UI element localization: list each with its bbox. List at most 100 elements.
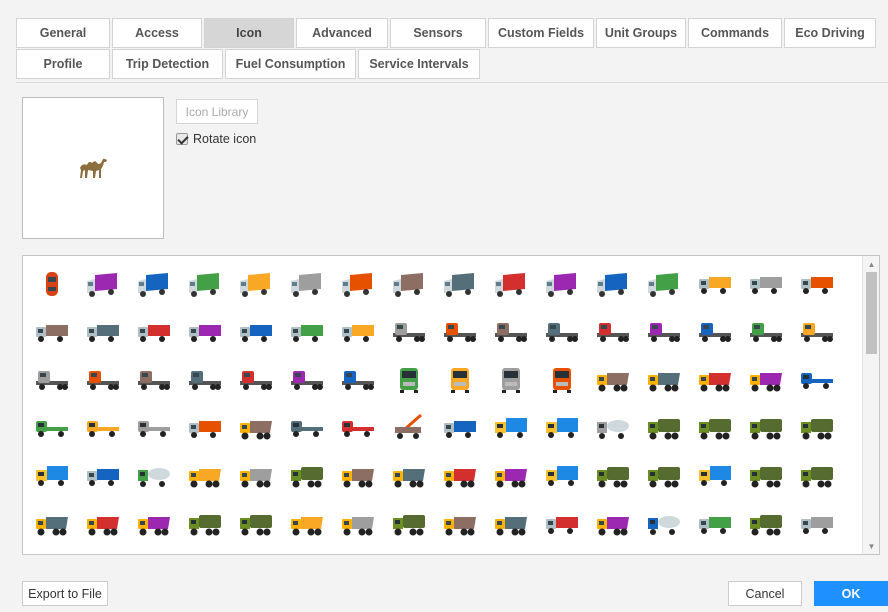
icon-cell[interactable] <box>695 456 735 496</box>
icon-cell[interactable] <box>338 264 378 304</box>
icon-cell[interactable] <box>287 360 327 400</box>
ok-button[interactable]: OK <box>814 581 888 606</box>
icon-cell[interactable] <box>185 264 225 304</box>
icon-cell[interactable] <box>542 504 582 544</box>
icon-cell[interactable] <box>185 456 225 496</box>
rotate-icon-option[interactable]: Rotate icon <box>176 132 256 146</box>
icon-cell[interactable] <box>287 312 327 352</box>
icon-cell[interactable] <box>236 408 276 448</box>
icon-cell[interactable] <box>32 456 72 496</box>
icon-cell[interactable] <box>287 264 327 304</box>
icon-cell[interactable] <box>134 408 174 448</box>
tab-eco-driving[interactable]: Eco Driving <box>784 18 876 48</box>
icon-cell[interactable] <box>593 456 633 496</box>
icon-cell[interactable] <box>32 504 72 544</box>
icon-cell[interactable] <box>440 456 480 496</box>
export-to-file-button[interactable]: Export to File <box>22 581 108 606</box>
icon-cell[interactable] <box>695 408 735 448</box>
icon-cell[interactable] <box>83 264 123 304</box>
icon-cell[interactable] <box>695 312 735 352</box>
icon-library-button[interactable]: Icon Library <box>176 99 258 124</box>
icon-cell[interactable] <box>236 456 276 496</box>
icon-cell[interactable] <box>797 264 837 304</box>
icon-cell[interactable] <box>83 312 123 352</box>
tab-icon[interactable]: Icon <box>204 18 294 48</box>
icon-cell[interactable] <box>83 456 123 496</box>
tab-unit-groups[interactable]: Unit Groups <box>596 18 686 48</box>
icon-cell[interactable] <box>695 504 735 544</box>
icon-cell[interactable] <box>287 408 327 448</box>
icon-cell[interactable] <box>83 408 123 448</box>
icon-cell[interactable] <box>338 456 378 496</box>
icon-cell[interactable] <box>287 504 327 544</box>
tab-service-intervals[interactable]: Service Intervals <box>358 49 480 79</box>
icon-cell[interactable] <box>746 408 786 448</box>
icon-cell[interactable] <box>491 408 531 448</box>
tab-profile[interactable]: Profile <box>16 49 110 79</box>
icon-cell[interactable] <box>542 264 582 304</box>
icon-cell[interactable] <box>746 360 786 400</box>
icon-cell[interactable] <box>440 360 480 400</box>
icon-cell[interactable] <box>236 504 276 544</box>
scroll-up-arrow-icon[interactable]: ▲ <box>863 256 879 272</box>
scroll-down-arrow-icon[interactable]: ▼ <box>863 538 879 554</box>
icon-cell[interactable] <box>236 312 276 352</box>
icon-cell[interactable] <box>491 504 531 544</box>
icon-cell[interactable] <box>746 456 786 496</box>
icon-cell[interactable] <box>746 264 786 304</box>
icon-cell[interactable] <box>695 264 735 304</box>
icon-cell[interactable] <box>746 312 786 352</box>
icon-cell[interactable] <box>134 456 174 496</box>
icon-cell[interactable] <box>440 264 480 304</box>
icon-cell[interactable] <box>338 504 378 544</box>
icon-cell[interactable] <box>797 360 837 400</box>
scroll-thumb[interactable] <box>866 272 877 354</box>
icon-cell[interactable] <box>593 312 633 352</box>
icon-grid-scrollbar[interactable]: ▲ ▼ <box>862 256 879 554</box>
icon-cell[interactable] <box>593 264 633 304</box>
icon-cell[interactable] <box>134 504 174 544</box>
icon-cell[interactable] <box>797 504 837 544</box>
icon-cell[interactable] <box>491 456 531 496</box>
icon-cell[interactable] <box>185 504 225 544</box>
icon-cell[interactable] <box>134 312 174 352</box>
icon-cell[interactable] <box>542 360 582 400</box>
icon-cell[interactable] <box>83 504 123 544</box>
icon-cell[interactable] <box>83 360 123 400</box>
icon-cell[interactable] <box>593 360 633 400</box>
icon-cell[interactable] <box>542 456 582 496</box>
icon-cell[interactable] <box>797 456 837 496</box>
icon-cell[interactable] <box>695 360 735 400</box>
icon-cell[interactable] <box>338 312 378 352</box>
icon-cell[interactable] <box>389 360 429 400</box>
icon-cell[interactable] <box>236 264 276 304</box>
icon-cell[interactable] <box>644 504 684 544</box>
icon-cell[interactable] <box>542 312 582 352</box>
icon-cell[interactable] <box>389 312 429 352</box>
tab-commands[interactable]: Commands <box>688 18 782 48</box>
icon-cell[interactable] <box>338 360 378 400</box>
icon-cell[interactable] <box>797 312 837 352</box>
icon-cell[interactable] <box>185 360 225 400</box>
icon-cell[interactable] <box>134 264 174 304</box>
icon-cell[interactable] <box>593 408 633 448</box>
tab-general[interactable]: General <box>16 18 110 48</box>
icon-cell[interactable] <box>32 408 72 448</box>
tab-access[interactable]: Access <box>112 18 202 48</box>
icon-cell[interactable] <box>134 360 174 400</box>
icon-cell[interactable] <box>389 456 429 496</box>
tab-custom-fields[interactable]: Custom Fields <box>488 18 594 48</box>
icon-cell[interactable] <box>32 264 72 304</box>
icon-cell[interactable] <box>236 360 276 400</box>
icon-cell[interactable] <box>797 408 837 448</box>
icon-cell[interactable] <box>440 504 480 544</box>
icon-cell[interactable] <box>593 504 633 544</box>
rotate-icon-checkbox[interactable] <box>176 133 188 145</box>
icon-cell[interactable] <box>32 312 72 352</box>
icon-cell[interactable] <box>644 264 684 304</box>
icon-cell[interactable] <box>32 360 72 400</box>
cancel-button[interactable]: Cancel <box>728 581 802 606</box>
icon-cell[interactable] <box>287 456 327 496</box>
icon-cell[interactable] <box>440 408 480 448</box>
icon-cell[interactable] <box>338 408 378 448</box>
